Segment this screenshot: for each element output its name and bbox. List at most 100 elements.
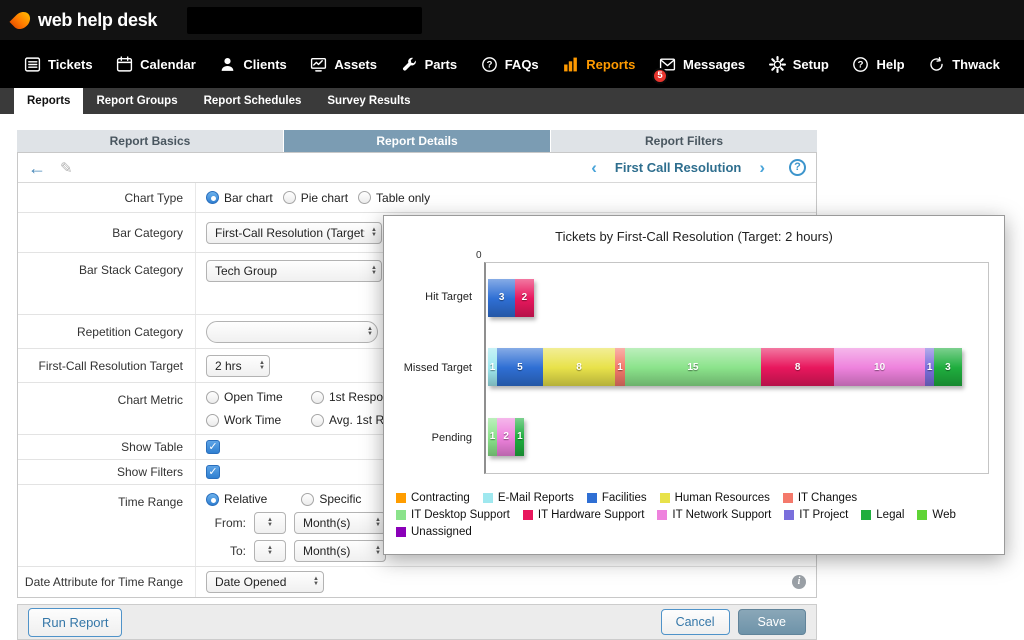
- subnav-tab-reports[interactable]: Reports: [14, 88, 83, 114]
- legend-swatch: [861, 510, 871, 520]
- radio-work-time[interactable]: [206, 414, 219, 427]
- radio-bar-chart[interactable]: [206, 191, 219, 204]
- legend-item: IT Network Support: [657, 509, 771, 521]
- time-range-label: Time Range: [18, 485, 196, 566]
- chart-title: Tickets by First-Call Resolution (Target…: [384, 229, 1004, 244]
- bar-segment: 1: [488, 418, 497, 456]
- nav-item-clients[interactable]: Clients: [219, 56, 286, 73]
- bar-stack-category-value: Tech Group: [215, 264, 365, 278]
- tab-report-details[interactable]: Report Details: [284, 130, 551, 152]
- svg-text:?: ?: [858, 59, 864, 70]
- radio-relative[interactable]: [206, 493, 219, 506]
- repetition-category-select[interactable]: ▲▼: [206, 321, 378, 343]
- legend-label: IT Desktop Support: [411, 509, 510, 521]
- date-attribute-value: Date Opened: [215, 575, 307, 589]
- bar-segment: 10: [834, 348, 925, 386]
- tab-report-filters[interactable]: Report Filters: [551, 130, 817, 152]
- nav-item-parts[interactable]: Parts: [401, 56, 458, 73]
- legend-swatch: [783, 493, 793, 503]
- chart-plot: 3215811581013121: [484, 262, 989, 474]
- back-arrow-icon[interactable]: ←: [28, 159, 46, 177]
- nav-item-setup[interactable]: Setup: [769, 56, 829, 73]
- app-window: web help desk Tickets Calendar Clients Asse…: [0, 0, 1024, 640]
- from-label: From:: [206, 516, 246, 530]
- top-header: web help desk: [0, 0, 1024, 40]
- help-icon: ?: [852, 56, 869, 73]
- legend-swatch: [587, 493, 597, 503]
- nav-item-label: Messages: [683, 57, 745, 72]
- report-title: First Call Resolution: [615, 160, 741, 175]
- cancel-button[interactable]: Cancel: [661, 609, 730, 635]
- show-table-checkbox[interactable]: [206, 440, 220, 454]
- next-report-chevron-icon[interactable]: ›: [759, 158, 765, 178]
- radio-pie-chart-label: Pie chart: [301, 191, 348, 205]
- nav-item-calendar[interactable]: Calendar: [116, 56, 196, 73]
- to-count-stepper[interactable]: ▲▼: [254, 540, 286, 562]
- legend-swatch: [483, 493, 493, 503]
- show-filters-checkbox[interactable]: [206, 465, 220, 479]
- from-unit-select[interactable]: Month(s) ▲▼: [294, 512, 386, 534]
- flame-icon: [9, 8, 33, 32]
- bar-stack-category-label: Bar Stack Category: [18, 253, 196, 314]
- bar-segment: 8: [761, 348, 834, 386]
- list-icon: [24, 56, 41, 73]
- help-circle-icon[interactable]: ?: [789, 159, 806, 176]
- nav-item-messages[interactable]: 5Messages: [659, 56, 745, 73]
- tab-report-basics[interactable]: Report Basics: [17, 130, 284, 152]
- category-label: Missed Target: [384, 333, 480, 404]
- fcr-target-select[interactable]: 2 hrs ▲▼: [206, 355, 270, 377]
- info-icon[interactable]: i: [792, 575, 806, 589]
- radio-table-only[interactable]: [358, 191, 371, 204]
- radio-specific[interactable]: [301, 493, 314, 506]
- nav-item-reports[interactable]: Reports: [562, 56, 635, 73]
- primary-nav: Tickets Calendar Clients Assets Parts ?FAQs Re…: [0, 40, 1024, 88]
- nav-item-label: Assets: [334, 57, 377, 72]
- bar-segment: 2: [497, 418, 515, 456]
- bar-stack-category-select[interactable]: Tech Group ▲▼: [206, 260, 382, 282]
- nav-item-label: Calendar: [140, 57, 196, 72]
- radio-first-response[interactable]: [311, 391, 324, 404]
- legend-row: IT Desktop SupportIT Hardware SupportIT …: [396, 509, 998, 521]
- stepper-icon: ▲▼: [367, 327, 373, 337]
- legend-item: IT Changes: [783, 492, 857, 504]
- legend-label: IT Changes: [798, 492, 857, 504]
- prev-report-chevron-icon[interactable]: ‹: [591, 158, 597, 178]
- chart-type-label: Chart Type: [18, 183, 196, 212]
- run-report-button[interactable]: Run Report: [28, 608, 122, 637]
- legend-label: Web: [932, 509, 955, 521]
- save-button[interactable]: Save: [738, 609, 807, 635]
- radio-first-response-label: 1st Respo: [329, 390, 383, 404]
- subnav-tab-report-groups[interactable]: Report Groups: [83, 88, 190, 114]
- stepper-icon: ▲▼: [313, 577, 319, 587]
- bar-segment: 3: [488, 279, 515, 317]
- nav-item-help[interactable]: ? Help: [852, 56, 904, 73]
- radio-table-only-label: Table only: [376, 191, 430, 205]
- from-count-stepper[interactable]: ▲▼: [254, 512, 286, 534]
- subnav-tab-report-schedules[interactable]: Report Schedules: [191, 88, 315, 114]
- chart-metric-options: Open Time 1st Respo Work Time Avg. 1st R: [206, 390, 384, 427]
- subnav-tab-survey-results[interactable]: Survey Results: [314, 88, 423, 114]
- nav-item-label: Help: [876, 57, 904, 72]
- radio-bar-chart-label: Bar chart: [224, 191, 273, 205]
- nav-item-label: Reports: [586, 57, 635, 72]
- stepper-icon: ▲▼: [267, 518, 273, 528]
- to-unit-select[interactable]: Month(s) ▲▼: [294, 540, 386, 562]
- chart-categories: Hit TargetMissed TargetPending: [384, 262, 480, 474]
- legend-swatch: [396, 493, 406, 503]
- show-filters-label: Show Filters: [18, 460, 196, 484]
- date-attribute-select[interactable]: Date Opened ▲▼: [206, 571, 324, 593]
- calendar-icon: [116, 56, 133, 73]
- bar-category-select[interactable]: First-Call Resolution (Target: 2 h ▲▼: [206, 222, 382, 244]
- legend-label: IT Project: [799, 509, 848, 521]
- nav-item-label: Thwack: [952, 57, 1000, 72]
- radio-avg-first-response[interactable]: [311, 414, 324, 427]
- legend-label: Facilities: [602, 492, 647, 504]
- nav-item-tickets[interactable]: Tickets: [24, 56, 93, 73]
- nav-item-assets[interactable]: Assets: [310, 56, 377, 73]
- edit-pencil-icon[interactable]: ✎: [60, 159, 73, 177]
- nav-item-thwack[interactable]: Thwack: [928, 56, 1000, 73]
- bar-segment: 1: [615, 348, 624, 386]
- radio-pie-chart[interactable]: [283, 191, 296, 204]
- nav-item-faqs[interactable]: ?FAQs: [481, 56, 539, 73]
- radio-open-time[interactable]: [206, 391, 219, 404]
